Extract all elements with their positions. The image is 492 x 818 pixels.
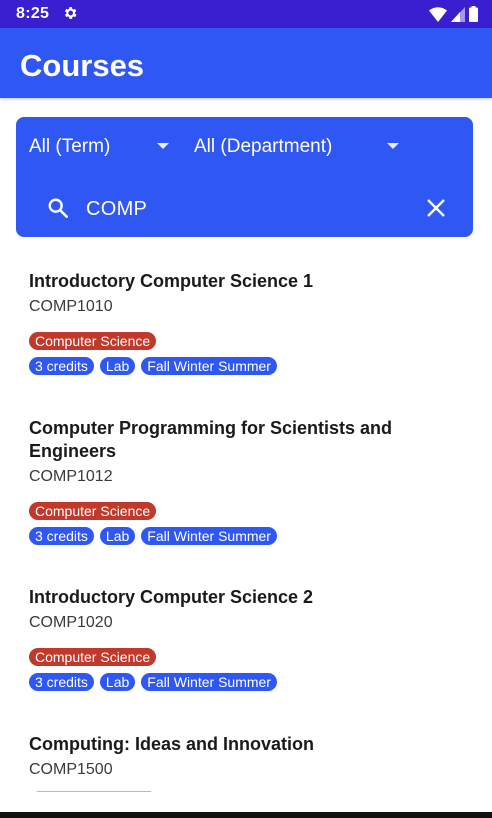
course-code: COMP1010 (29, 298, 113, 315)
course-list: Introductory Computer Science 1 COMP1010… (0, 237, 492, 792)
list-item[interactable]: Introductory Computer Science 1 COMP1010… (29, 270, 469, 375)
status-bar: 8:25 (0, 0, 492, 28)
department-chip: Computer Science (29, 648, 157, 666)
course-title: Introductory Computer Science 2 (29, 587, 314, 607)
tag-chip-row: 3 credits Lab Fall Winter Summer (29, 673, 469, 691)
term-chip: Fall Winter Summer (141, 673, 277, 691)
search-icon (48, 198, 68, 218)
credits-chip: 3 credits (29, 673, 94, 691)
term-dropdown-value: All (Term) (29, 136, 111, 157)
course-code: COMP1500 (29, 761, 113, 778)
course-code: COMP1020 (29, 614, 113, 631)
department-chip: Computer Science (29, 502, 157, 520)
department-chip-row: Computer Science (29, 502, 469, 520)
close-icon[interactable] (426, 198, 446, 218)
app-bar: Courses (0, 28, 492, 98)
dropdown-arrow-icon (157, 143, 169, 149)
tag-chip-row: 3 credits Lab Fall Winter Summer (29, 527, 469, 545)
credits-chip: 3 credits (29, 527, 94, 545)
search-input[interactable] (86, 194, 406, 224)
department-chip-row: Computer Science (29, 332, 469, 350)
term-chip: Fall Winter Summer (141, 527, 277, 545)
filter-panel: All (Term) All (Department) (16, 117, 473, 237)
course-title: Introductory Computer Science 1 (29, 271, 314, 291)
status-icons (429, 6, 478, 22)
screen-bottom-edge (0, 812, 492, 818)
lab-chip: Lab (99, 357, 136, 375)
page-title: Courses (20, 48, 145, 83)
search-bar (16, 189, 473, 229)
list-item[interactable]: Computing: Ideas and Innovation COMP1500 (29, 733, 469, 780)
credits-chip: 3 credits (29, 357, 94, 375)
gear-icon (64, 7, 77, 19)
department-chip-row: Computer Science (29, 648, 469, 666)
term-chip: Fall Winter Summer (141, 357, 277, 375)
course-code: COMP1012 (29, 468, 113, 485)
battery-icon (469, 6, 478, 22)
department-dropdown[interactable]: All (Department) (194, 133, 399, 161)
department-chip: Computer Science (29, 332, 157, 350)
lab-chip: Lab (99, 673, 136, 691)
tag-chip-row: 3 credits Lab Fall Winter Summer (29, 357, 469, 375)
course-title: Computing: Ideas and Innovation (29, 734, 314, 754)
dropdown-arrow-icon (387, 143, 399, 149)
wifi-icon (429, 6, 447, 22)
department-chip (36, 791, 152, 792)
signal-icon (451, 6, 465, 22)
term-dropdown[interactable]: All (Term) (29, 133, 169, 161)
list-item[interactable]: Computer Programming for Scientists and … (29, 417, 469, 545)
status-time: 8:25 (16, 5, 50, 22)
list-item[interactable]: Introductory Computer Science 2 COMP1020… (29, 586, 469, 691)
department-dropdown-value: All (Department) (194, 136, 333, 157)
lab-chip: Lab (99, 527, 136, 545)
course-title: Computer Programming for Scientists and … (29, 418, 393, 461)
